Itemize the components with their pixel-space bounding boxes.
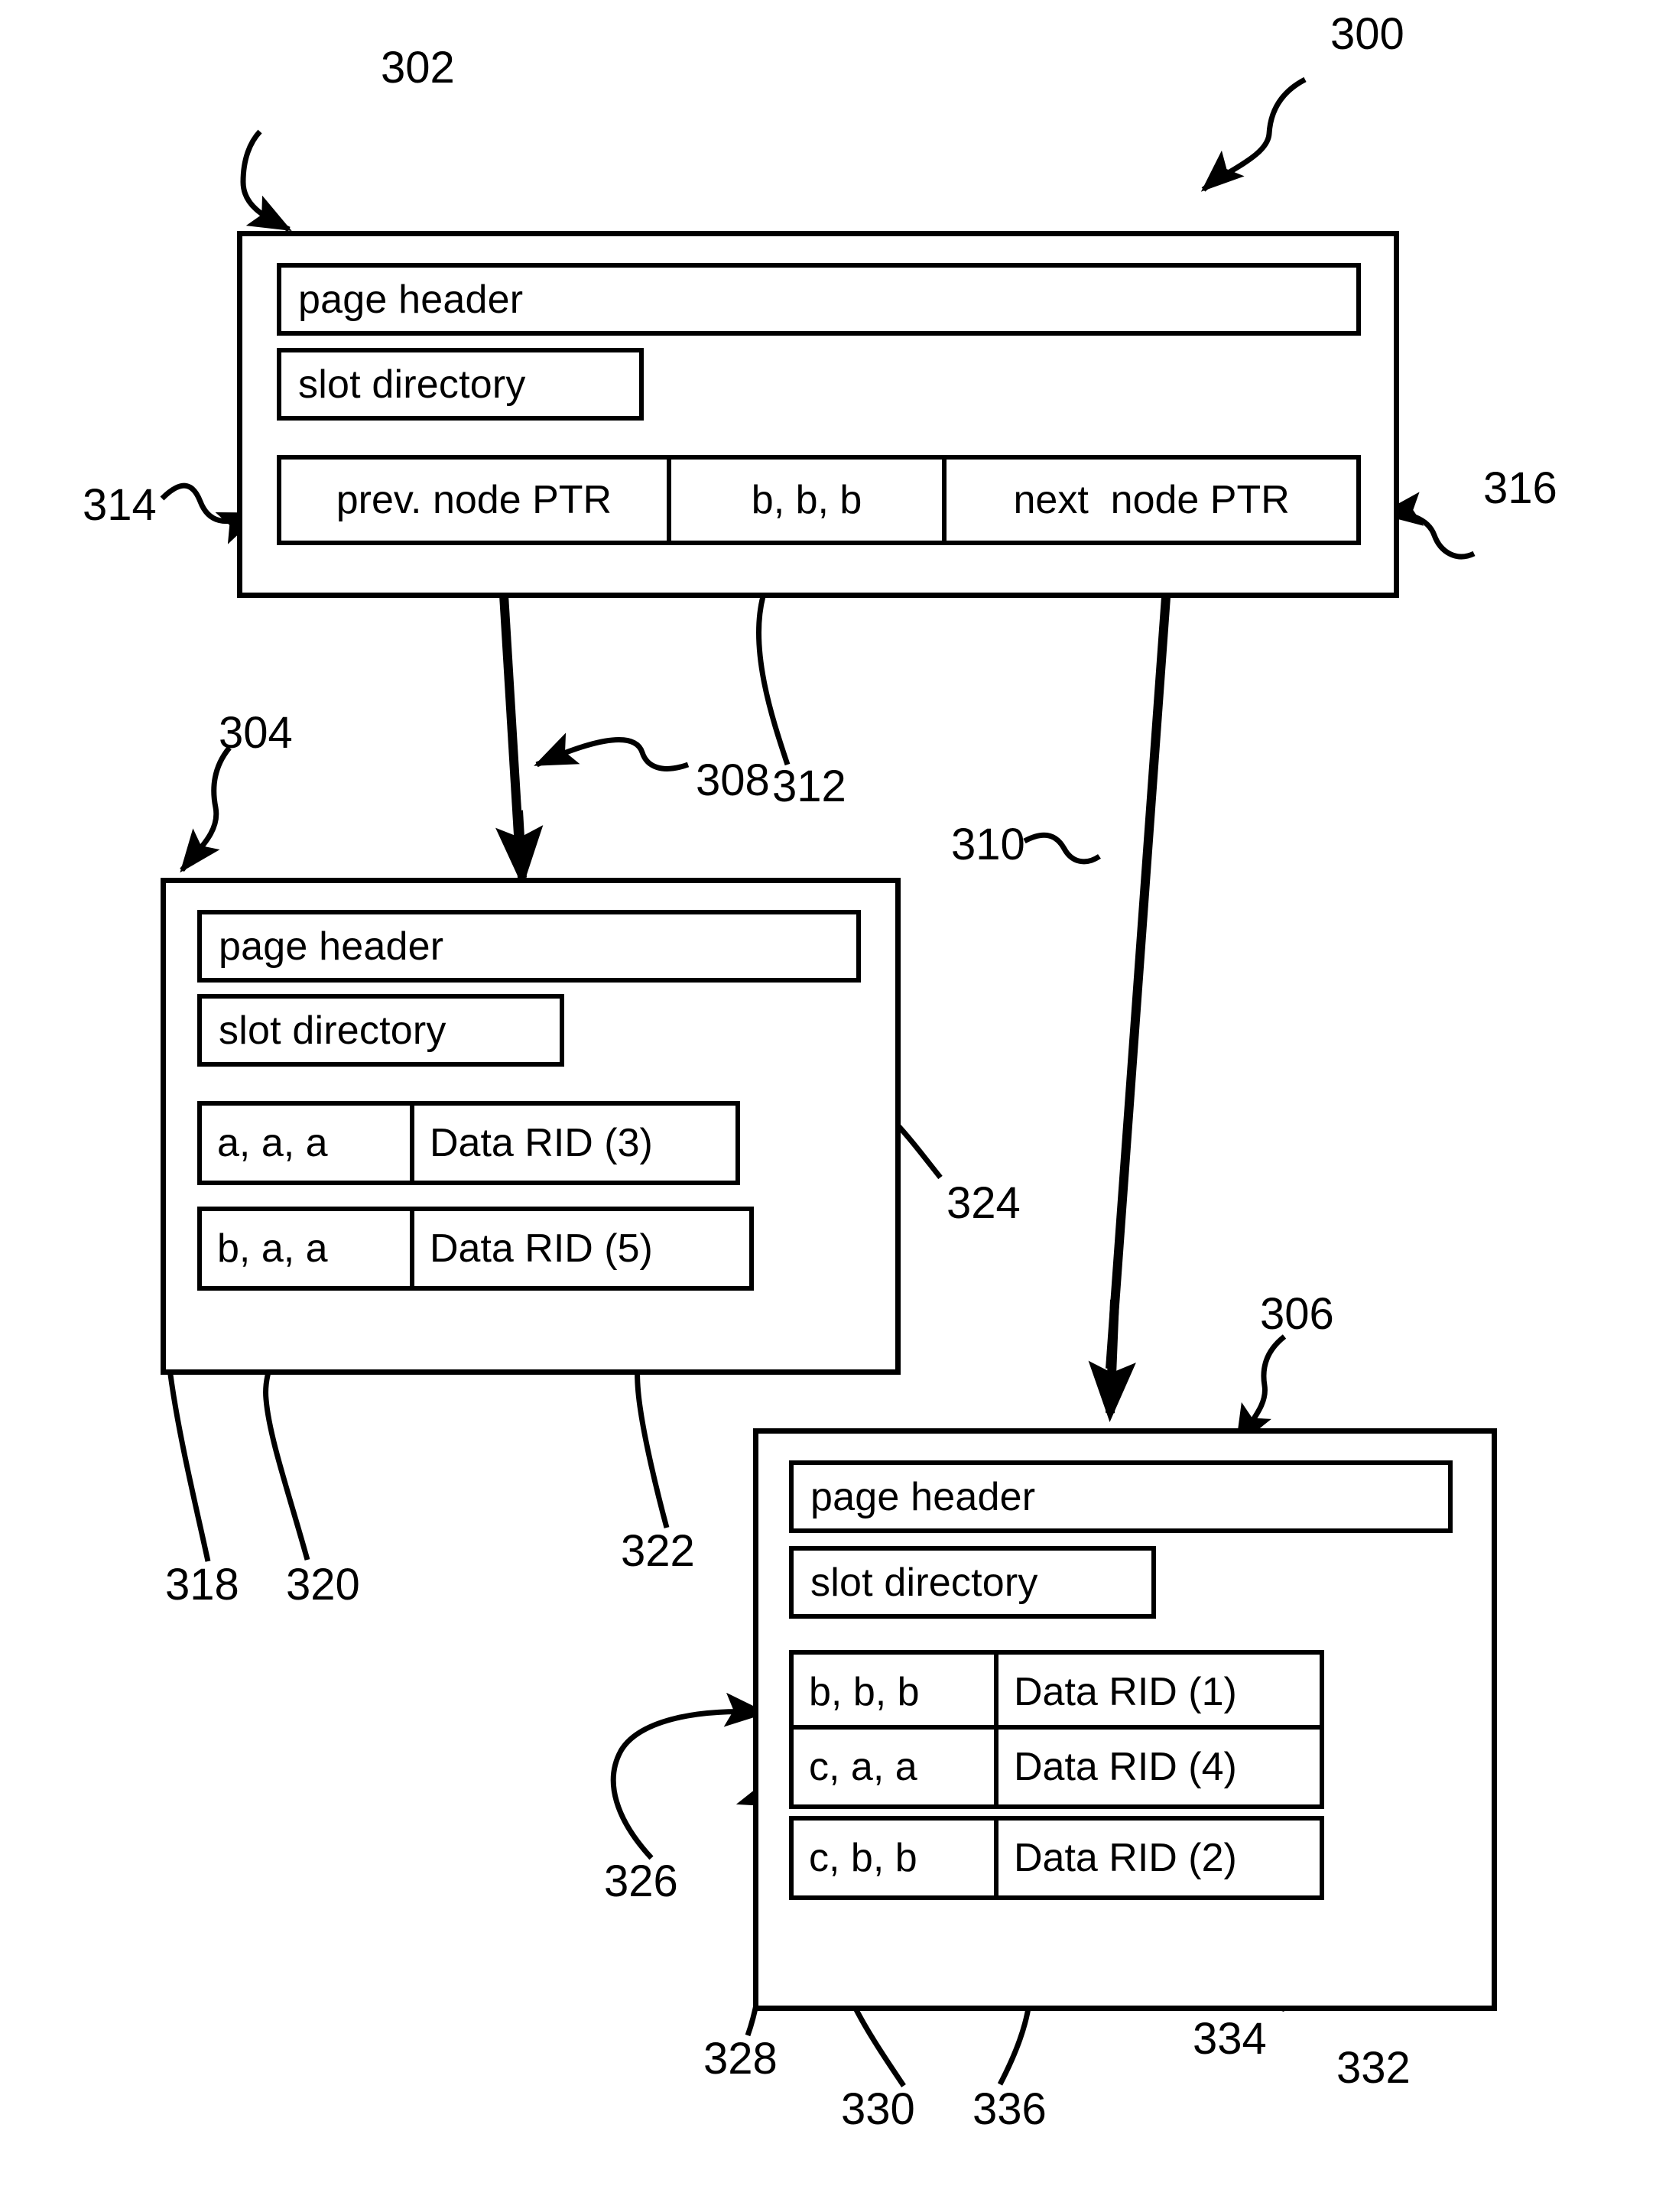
ref-numeral-318: 318 bbox=[165, 1560, 239, 1609]
root-next-node-ptr-cell: next node PTR bbox=[947, 460, 1356, 541]
right-leaf-record-1-value: Data RID (1) bbox=[1014, 1670, 1237, 1714]
right-leaf-record-3-key: c, b, b bbox=[809, 1836, 917, 1880]
ref-numeral-322: 322 bbox=[621, 1526, 695, 1576]
root-slot-directory-label: slot directory bbox=[298, 362, 526, 407]
root-page-header: page header bbox=[277, 263, 1361, 336]
left-leaf-record-1-key: a, a, a bbox=[217, 1121, 328, 1165]
left-leaf-slot-directory-label: slot directory bbox=[219, 1008, 446, 1053]
right-leaf-record-1-value-cell: Data RID (1) bbox=[998, 1655, 1320, 1730]
right-leaf-record-1-key-cell: b, b, b bbox=[794, 1655, 998, 1730]
root-prev-node-ptr-label: prev. node PTR bbox=[336, 478, 612, 522]
ref-numeral-302: 302 bbox=[381, 43, 455, 93]
left-leaf-record-2-key-cell: b, a, a bbox=[202, 1211, 414, 1286]
ref-numeral-332: 332 bbox=[1336, 2043, 1411, 2093]
root-key-cell: b, b, b bbox=[671, 460, 947, 541]
ref-numeral-314: 314 bbox=[83, 480, 157, 530]
left-leaf-record-2-value-cell: Data RID (5) bbox=[414, 1211, 749, 1286]
root-key-label: b, b, b bbox=[751, 478, 862, 522]
figure-canvas: page header slot directory prev. node PT… bbox=[0, 0, 1669, 2212]
leader-304 bbox=[180, 745, 232, 873]
ref-numeral-328: 328 bbox=[703, 2034, 778, 2084]
left-leaf-record-row-2: b, a, a Data RID (5) bbox=[197, 1207, 754, 1291]
left-leaf-slot-directory: slot directory bbox=[197, 994, 564, 1067]
pointer-310-head bbox=[1088, 1299, 1136, 1422]
ref-numeral-336: 336 bbox=[973, 2084, 1047, 2134]
right-leaf-slot-directory-label: slot directory bbox=[810, 1560, 1038, 1605]
right-leaf-record-2-value: Data RID (4) bbox=[1014, 1745, 1237, 1789]
root-page-header-label: page header bbox=[298, 277, 524, 322]
left-leaf-record-2-key: b, a, a bbox=[217, 1226, 328, 1271]
left-leaf-page-header: page header bbox=[197, 910, 861, 983]
right-leaf-record-3-value-cell: Data RID (2) bbox=[998, 1821, 1320, 1895]
right-leaf-record-2-key-cell: c, a, a bbox=[794, 1730, 998, 1804]
right-leaf-record-2-value-cell: Data RID (4) bbox=[998, 1730, 1320, 1804]
leader-310 bbox=[1023, 832, 1101, 865]
ref-numeral-304: 304 bbox=[219, 708, 293, 758]
leader-302 bbox=[240, 129, 292, 232]
root-prev-node-ptr-cell: prev. node PTR bbox=[281, 460, 671, 541]
ref-numeral-308: 308 bbox=[696, 755, 770, 805]
left-leaf-record-1-value-cell: Data RID (3) bbox=[414, 1106, 735, 1181]
root-next-node-ptr-label: next node PTR bbox=[1013, 478, 1290, 522]
right-leaf-record-2-key: c, a, a bbox=[809, 1745, 917, 1789]
ref-numeral-334: 334 bbox=[1193, 2014, 1267, 2064]
pointer-308-head bbox=[495, 810, 544, 887]
ref-numeral-300: 300 bbox=[1330, 9, 1404, 59]
right-leaf-record-1-key: b, b, b bbox=[809, 1670, 920, 1714]
right-leaf-page-header-label: page header bbox=[810, 1474, 1036, 1519]
ref-numeral-306: 306 bbox=[1260, 1289, 1334, 1339]
ref-numeral-330: 330 bbox=[841, 2084, 915, 2134]
ref-numeral-326: 326 bbox=[604, 1856, 678, 1906]
ref-numeral-320: 320 bbox=[286, 1560, 360, 1609]
left-leaf-record-2-value: Data RID (5) bbox=[430, 1226, 653, 1271]
right-leaf-record-3-value: Data RID (2) bbox=[1014, 1836, 1237, 1880]
root-pointer-row: prev. node PTR b, b, b next node PTR bbox=[277, 455, 1361, 545]
left-leaf-record-row-1: a, a, a Data RID (3) bbox=[197, 1101, 740, 1185]
right-leaf-record-row-1: b, b, b Data RID (1) bbox=[789, 1650, 1324, 1734]
left-leaf-record-1-value: Data RID (3) bbox=[430, 1121, 653, 1165]
ref-numeral-324: 324 bbox=[947, 1178, 1021, 1228]
right-leaf-record-row-2: c, a, a Data RID (4) bbox=[789, 1725, 1324, 1809]
right-leaf-page-header: page header bbox=[789, 1460, 1453, 1533]
ref-numeral-310: 310 bbox=[951, 820, 1025, 869]
leader-300 bbox=[1200, 76, 1307, 192]
leader-326 bbox=[610, 1692, 768, 1860]
right-leaf-slot-directory: slot directory bbox=[789, 1546, 1156, 1619]
left-leaf-page-header-label: page header bbox=[219, 924, 444, 969]
right-leaf-record-row-3: c, b, b Data RID (2) bbox=[789, 1816, 1324, 1900]
ref-numeral-316: 316 bbox=[1483, 463, 1557, 513]
ref-numeral-312: 312 bbox=[772, 762, 846, 811]
root-slot-directory: slot directory bbox=[277, 348, 644, 421]
right-leaf-record-3-key-cell: c, b, b bbox=[794, 1821, 998, 1895]
leader-308 bbox=[534, 732, 690, 771]
left-leaf-record-1-key-cell: a, a, a bbox=[202, 1106, 414, 1181]
pointer-310-next-to-right-leaf bbox=[1106, 544, 1174, 1369]
